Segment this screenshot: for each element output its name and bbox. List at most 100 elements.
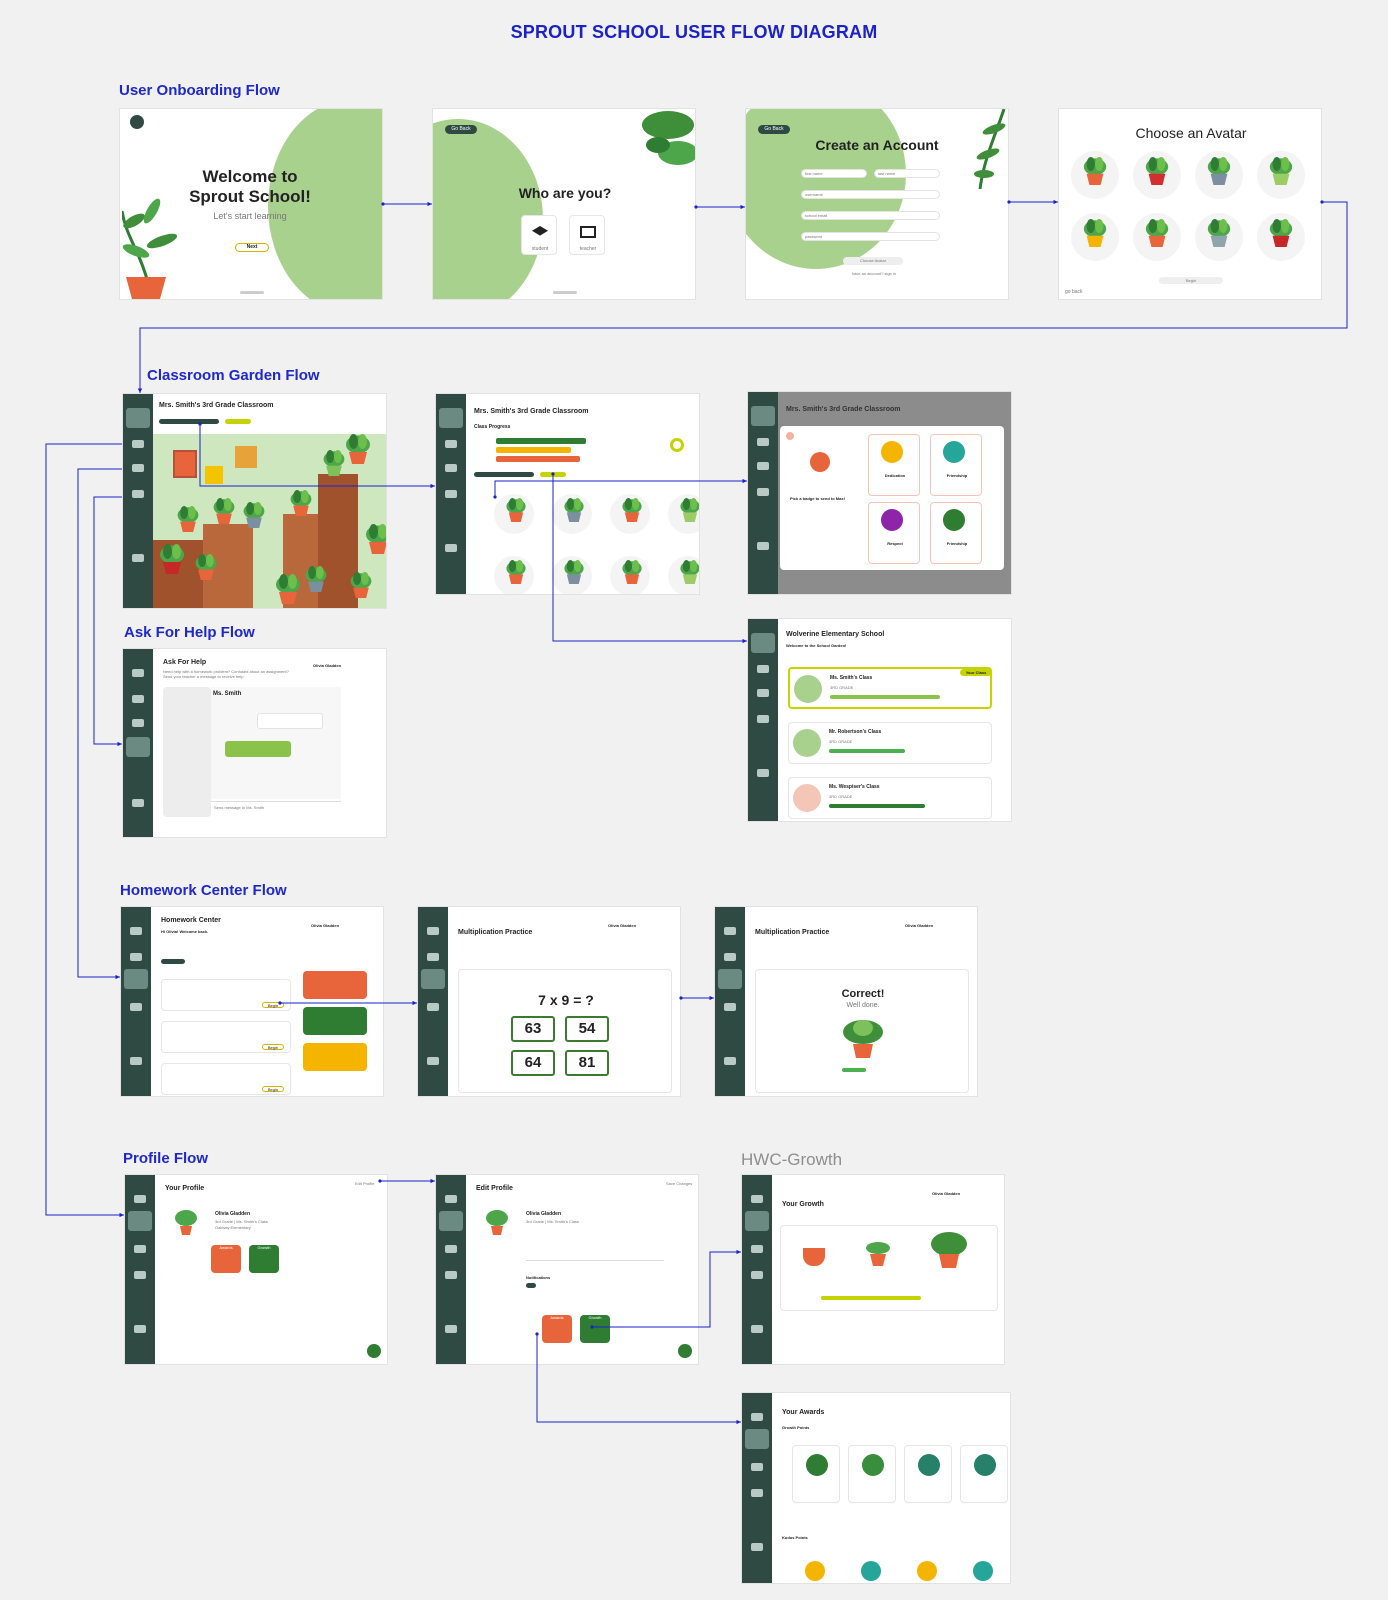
last-name-field[interactable]: last name (874, 169, 940, 178)
class-grade: 3RD GRADE (829, 794, 853, 799)
class-card-wespiser[interactable]: Ms. Wespiser's Class 3RD GRADE (788, 777, 992, 819)
begin-button[interactable]: Begin (262, 1086, 284, 1092)
go-back-button[interactable]: Go Back (445, 125, 477, 134)
class-progress-bar (829, 749, 905, 753)
class-card-robertson[interactable]: Mr. Robertson's Class 3RD GRADE (788, 722, 992, 764)
kudos-badge-icon (805, 1561, 825, 1581)
badge-card[interactable]: Dedication (868, 434, 920, 496)
plant-avatar-icon (1205, 157, 1233, 190)
edit-profile-heading: Edit Profile (476, 1185, 513, 1192)
reminders-card[interactable] (303, 1043, 367, 1071)
answer-option[interactable]: 81 (565, 1050, 609, 1076)
equation: 7 x 9 = ? (538, 992, 594, 1008)
avatar-option[interactable] (1071, 151, 1119, 199)
growth-award-card[interactable] (848, 1445, 896, 1503)
conversation-list[interactable] (163, 687, 211, 817)
leaf-blob (433, 119, 543, 299)
potted-plant-icon (273, 574, 303, 608)
password-field[interactable]: password (801, 232, 940, 241)
begin-button[interactable]: Begin (262, 1002, 284, 1008)
filter-pill[interactable] (225, 419, 251, 424)
badge-label: Dedication (884, 473, 906, 478)
student-name: Olivia Gladden (608, 923, 637, 928)
frame-art-icon (205, 466, 223, 484)
growth-button[interactable]: Growth (249, 1245, 279, 1273)
potted-plant-icon (562, 498, 586, 527)
awards-button[interactable]: Awards (211, 1245, 241, 1273)
filter-pill[interactable] (540, 472, 566, 477)
answer-option[interactable]: 64 (511, 1050, 555, 1076)
student-name: Olivia Gladden (905, 923, 934, 928)
award-ribbon-icon (918, 1454, 940, 1476)
avatar-option[interactable] (1257, 213, 1305, 261)
avatar-option[interactable] (1195, 151, 1243, 199)
avatar-option[interactable] (1071, 213, 1119, 261)
student-option[interactable]: student (521, 215, 557, 255)
awards-button[interactable]: Awards (542, 1315, 572, 1343)
assignment-row[interactable]: Begin (161, 979, 291, 1011)
kudos-badge-icon (973, 1561, 993, 1581)
growth-award-card[interactable] (960, 1445, 1008, 1503)
message-input[interactable]: Send message to Ms. Smith (211, 801, 341, 811)
potted-plant-icon (348, 572, 374, 603)
flow-connector (45, 443, 124, 1216)
avatar-option[interactable] (1195, 213, 1243, 261)
view-tabs[interactable] (474, 472, 534, 477)
assignment-row[interactable]: Begin (161, 1063, 291, 1095)
edit-profile-link[interactable]: Edit Profile (355, 1181, 374, 1186)
teacher-option[interactable]: teacher (569, 215, 605, 255)
badge-card[interactable]: Respect (868, 502, 920, 564)
username-field[interactable]: username (801, 190, 940, 199)
answer-option[interactable]: 63 (511, 1016, 555, 1042)
avatar-option[interactable] (1133, 213, 1181, 261)
teacher-board-icon (580, 226, 596, 238)
section-help: Ask For Help Flow (124, 624, 255, 641)
avatar-option[interactable] (1257, 151, 1305, 199)
badge-card[interactable]: Friendship (930, 434, 982, 496)
badge-card[interactable]: Friendship (930, 502, 982, 564)
go-back-button[interactable]: Go Back (758, 125, 790, 134)
growth-award-card[interactable] (792, 1445, 840, 1503)
begin-button[interactable]: Begin (1159, 277, 1223, 284)
avatar-option[interactable] (1133, 151, 1181, 199)
go-back-link[interactable]: go back (1065, 289, 1083, 295)
first-name-field[interactable]: first name (801, 169, 867, 178)
multiplication-question-screen: Multiplication Practice Olivia Gladden 7… (417, 906, 681, 1097)
sidebar (418, 907, 448, 1096)
growth-card[interactable] (303, 1007, 367, 1035)
close-icon[interactable] (786, 432, 794, 440)
plant-avatar-icon (1267, 157, 1295, 190)
award-ribbon-icon (862, 1454, 884, 1476)
growth-button[interactable]: Growth (580, 1315, 610, 1343)
next-button[interactable]: Next (235, 243, 269, 252)
choose-avatar-button[interactable]: Choose Avatar (843, 257, 903, 265)
class-name: Ms. Smith's Class (830, 675, 873, 681)
section-growth: HWC-Growth (741, 1150, 843, 1169)
correct-answer-screen: Multiplication Practice Olivia Gladden C… (714, 906, 978, 1097)
plant-avatar-icon (1143, 219, 1171, 252)
plant-avatar (173, 1209, 199, 1235)
username-field[interactable] (526, 1237, 664, 1261)
growth-award-card[interactable] (904, 1445, 952, 1503)
potted-plant-icon (175, 506, 201, 537)
award-ribbon-icon (806, 1454, 828, 1476)
potted-plant-icon (211, 498, 237, 529)
kudos-points-label: Kudos Points (782, 1535, 808, 1540)
sign-in-link[interactable]: have an account? sign in (826, 271, 922, 276)
teacher-label: teacher (579, 246, 597, 252)
tab-upcoming[interactable] (161, 959, 185, 964)
awards-card[interactable] (303, 971, 367, 999)
class-card-smith[interactable]: Ms. Smith's Class 3RD GRADE Your Class (788, 667, 992, 709)
fern-plant-icon (974, 109, 1008, 190)
answer-option[interactable]: 54 (565, 1016, 609, 1042)
progress-bar-orange (496, 456, 580, 462)
email-field[interactable]: school email (801, 211, 940, 220)
assignment-row[interactable]: Begin (161, 1021, 291, 1053)
welcome-line2: Sprout School! (189, 187, 311, 206)
diagram-canvas: SPROUT SCHOOL USER FLOW DIAGRAM User Onb… (0, 0, 1388, 1600)
save-changes-link[interactable]: Save Changes (666, 1181, 692, 1186)
notification-toggle[interactable] (526, 1283, 536, 1288)
begin-button[interactable]: Begin (262, 1044, 284, 1050)
view-tabs[interactable] (159, 419, 219, 424)
sidebar (748, 619, 778, 821)
